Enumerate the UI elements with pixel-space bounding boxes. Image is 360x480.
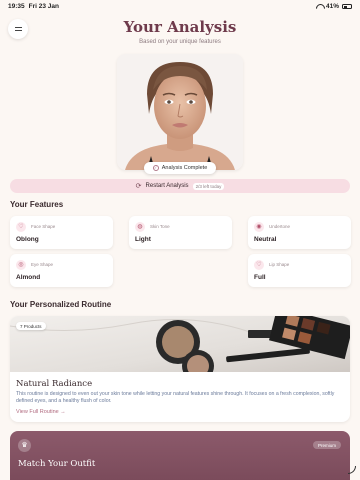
wifi-icon xyxy=(316,4,323,9)
eye-icon: ◎ xyxy=(16,260,26,270)
face-portrait-image xyxy=(117,54,243,170)
feature-card-eye-shape[interactable]: ◎ Eye Shape Almond xyxy=(10,254,113,287)
feature-label: Lip Shape xyxy=(269,262,290,267)
page-subtitle: Based on your unique features xyxy=(139,39,221,45)
refresh-icon: ⟳ xyxy=(135,183,142,190)
premium-badge: Premium xyxy=(312,441,341,449)
page-title: Your Analysis xyxy=(123,18,237,36)
status-time: 19:35 xyxy=(8,3,25,10)
analysis-complete-badge: ✓ Analysis Complete xyxy=(144,162,216,174)
restart-analysis-button[interactable]: ⟳ Restart Analysis 2/3 left today xyxy=(10,179,350,193)
palette-icon: ◍ xyxy=(135,222,145,232)
makeup-products-image xyxy=(10,316,350,372)
feature-label: Eye Shape xyxy=(31,262,54,267)
routine-name: Natural Radiance xyxy=(16,379,93,389)
battery-icon xyxy=(342,4,352,9)
feature-value: Oblong xyxy=(16,236,39,243)
feature-label: Undertone xyxy=(269,224,291,229)
crown-icon: ♛ xyxy=(18,439,31,452)
feature-card-face-shape[interactable]: ♡ Face Shape Oblong xyxy=(10,216,113,249)
features-section-title: Your Features xyxy=(10,200,64,209)
corner-indicator xyxy=(348,466,356,474)
feature-value: Light xyxy=(135,236,151,243)
feature-value: Neutral xyxy=(254,236,277,243)
match-outfit-card[interactable]: ♛ Premium Match Your Outfit xyxy=(10,431,350,480)
feature-label: Face Shape xyxy=(31,224,56,229)
drop-icon: ◉ xyxy=(254,222,264,232)
routine-description: This routine is designed to even out you… xyxy=(16,391,335,404)
view-full-routine-link[interactable]: View Full Routine → xyxy=(16,409,66,415)
check-icon: ✓ xyxy=(152,165,159,171)
heart-icon: ♡ xyxy=(16,222,26,232)
status-bar: 19:35 Fri 23 Jan 41% xyxy=(0,0,360,14)
battery-percent: 41% xyxy=(325,3,339,10)
analysis-complete-label: Analysis Complete xyxy=(161,165,208,171)
restart-label: Restart Analysis xyxy=(145,183,189,189)
feature-card-skin-tone[interactable]: ◍ Skin Tone Light xyxy=(129,216,232,249)
feature-value: Full xyxy=(254,274,266,281)
heart-icon: ♡ xyxy=(254,260,264,270)
routine-section-title: Your Personalized Routine xyxy=(10,300,112,309)
status-date: Fri 23 Jan xyxy=(28,3,59,10)
feature-card-undertone[interactable]: ◉ Undertone Neutral xyxy=(248,216,351,249)
outfit-title: Match Your Outfit xyxy=(18,459,96,469)
feature-value: Almond xyxy=(16,274,41,281)
feature-label: Skin Tone xyxy=(150,224,170,229)
restart-count: 2/3 left today xyxy=(192,182,225,190)
face-photo xyxy=(117,54,243,170)
routine-card[interactable]: 7 Products Natural Radiance This routine… xyxy=(10,316,350,422)
products-count-badge: 7 Products xyxy=(16,322,46,330)
feature-card-lip-shape[interactable]: ♡ Lip Shape Full xyxy=(248,254,351,287)
